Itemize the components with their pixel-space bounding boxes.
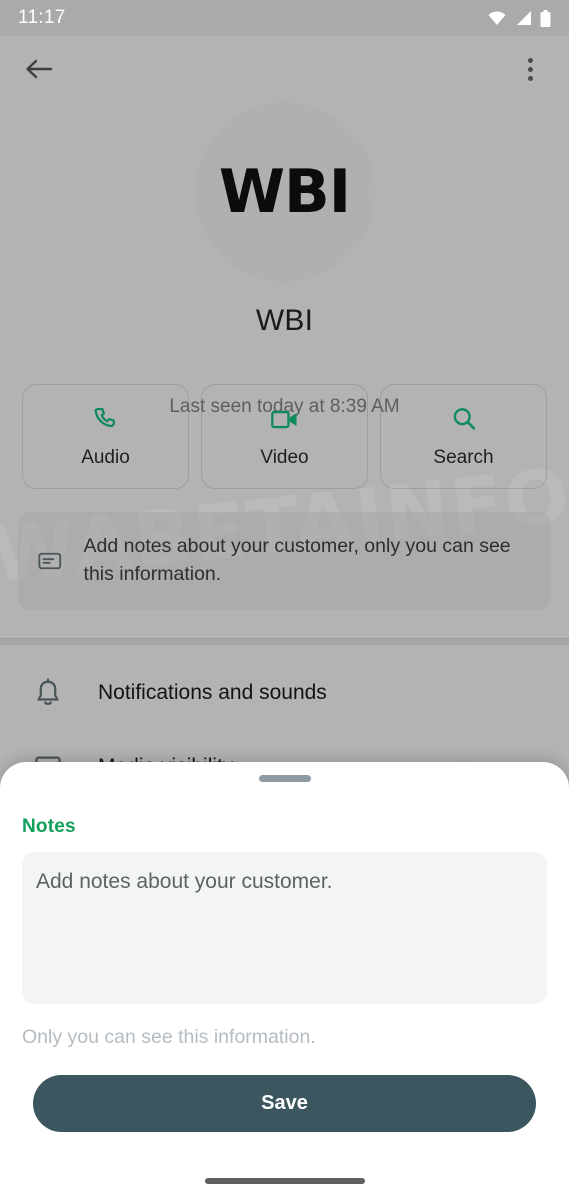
gesture-navigation-bar[interactable] [204, 1178, 365, 1184]
audio-call-button[interactable]: Audio [22, 384, 189, 489]
notes-section-label: Notes [22, 816, 76, 837]
profile-header: WBI WBI Last seen today at 8:39 AM [0, 102, 569, 418]
cellular-signal-icon [517, 11, 531, 25]
notes-placeholder: Add notes about your customer. [36, 870, 333, 893]
overflow-menu-button[interactable] [513, 52, 547, 86]
settings-row-notifications[interactable]: Notifications and sounds [0, 656, 569, 730]
bell-icon [37, 678, 59, 705]
contact-name: WBI [255, 304, 314, 337]
video-camera-icon [270, 410, 297, 428]
save-button[interactable]: Save [33, 1075, 536, 1132]
notes-bottom-sheet: Notes Add notes about your customer. Onl… [0, 762, 569, 1200]
app-bar [0, 36, 569, 102]
notes-helper-text: Only you can see this information. [22, 1026, 316, 1048]
notes-banner[interactable]: Add notes about your customer, only you … [18, 512, 551, 610]
status-icons [487, 9, 551, 27]
wifi-icon [488, 11, 506, 25]
settings-label-notifications: Notifications and sounds [98, 681, 327, 704]
status-bar: 11:17 [0, 0, 569, 36]
phone-screen: WABETAINFO 11:17 WBI WBI Last seen today… [0, 0, 569, 1200]
sheet-body: Notes Add notes about your customer. Onl… [0, 782, 569, 1132]
notes-textarea[interactable]: Add notes about your customer. [22, 852, 547, 1004]
back-button[interactable] [22, 52, 56, 86]
video-call-button[interactable]: Video [201, 384, 368, 489]
avatar[interactable]: WBI [194, 102, 375, 282]
avatar-logo-text: WBI [218, 157, 351, 227]
action-buttons: Audio Video Search [22, 384, 547, 489]
search-chat-button[interactable]: Search [380, 384, 547, 489]
video-call-label: Video [260, 446, 309, 468]
section-divider [0, 638, 569, 645]
search-chat-label: Search [433, 446, 494, 468]
phone-icon [94, 407, 115, 427]
status-time: 11:17 [18, 7, 66, 28]
notes-icon [38, 552, 62, 570]
search-icon [453, 407, 475, 430]
more-vertical-icon [527, 57, 533, 81]
battery-icon [540, 9, 551, 27]
back-arrow-icon [26, 59, 53, 79]
audio-call-label: Audio [81, 446, 130, 468]
drag-handle[interactable] [258, 775, 311, 782]
notes-banner-text: Add notes about your customer, only you … [83, 535, 511, 585]
